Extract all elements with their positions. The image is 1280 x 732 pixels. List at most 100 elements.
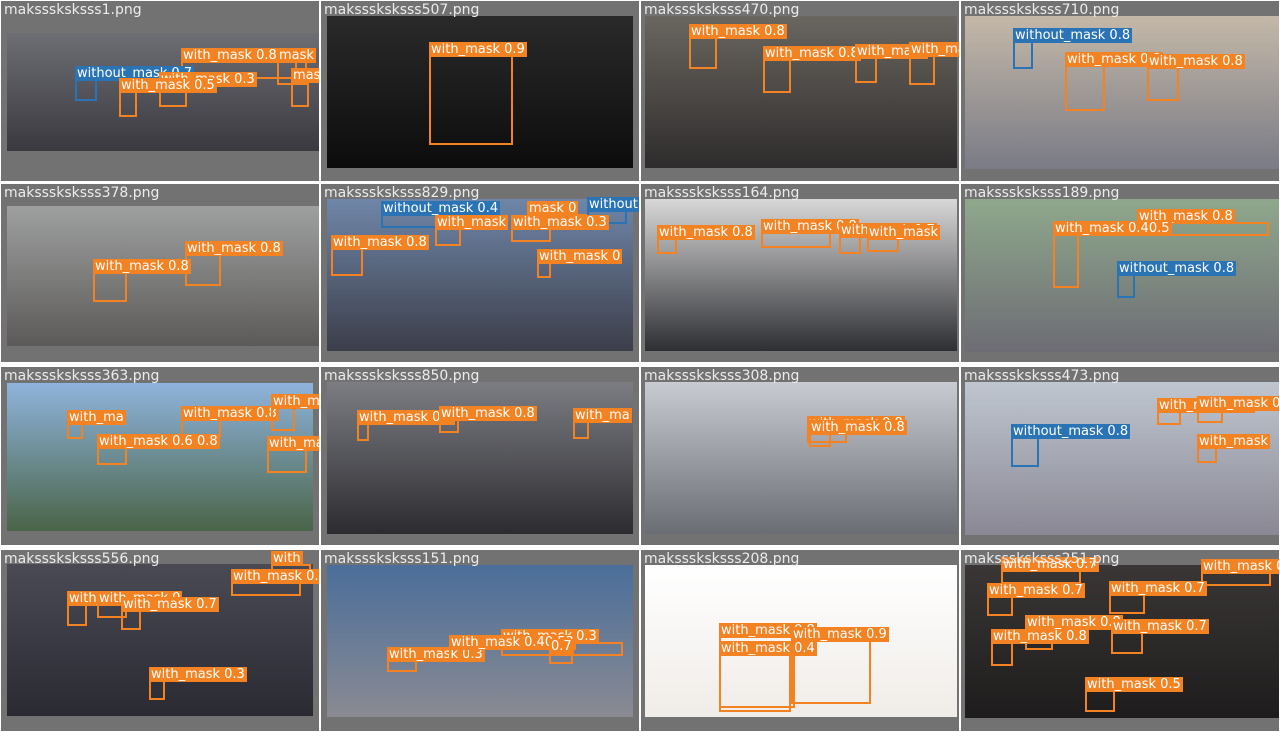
detection-label: with_mask 0.5 [1085, 677, 1183, 692]
detection-label: without_mask 0.4 [381, 201, 501, 216]
with-mask-detection-box: with_mask 0.8 [809, 420, 907, 447]
with-mask-detection-box: with_mask 0.5 [1201, 559, 1279, 586]
detection-label: with_mask 0.8 [809, 420, 907, 435]
detection-label: with_ma [267, 436, 319, 451]
detection-label: with_mask 0.8 [991, 629, 1089, 644]
with-mask-detection-box: with_mask 0.4 [67, 591, 165, 626]
with-mask-detection-box: with_mask 0.8 [761, 219, 859, 248]
prediction-tile: maksssksksss308.pngwith_mask 0.8with_mas… [641, 367, 959, 545]
detection-grid: maksssksksss1.png with_mask 0.8 without_ma… [0, 0, 1280, 732]
prediction-tile: maksssksksss251.png with_mask 0.7 with_mas… [961, 550, 1279, 731]
detection-label: with_mask 0.5 [1201, 559, 1279, 574]
detection-label: with_mask 0.7 [121, 597, 219, 612]
prediction-tile: maksssksksss829.png without_mask 0.4 mask … [321, 184, 639, 362]
with-mask-detection-box: with_mask [855, 44, 929, 83]
with-mask-detection-box: with_mask 0.8 [1197, 396, 1279, 423]
prediction-tile: maksssksksss473.pngwith_mask 0.8with_mas… [961, 367, 1279, 545]
tile-filename: maksssksksss164.png [644, 185, 800, 201]
without-mask-detection-box: without_mask 0.7 [75, 66, 195, 101]
detection-label: without_mask 0.8 [1011, 424, 1131, 439]
tile-filename: maksssksksss850.png [324, 368, 480, 384]
with-mask-detection-box: with_mask 0.3 [511, 215, 609, 242]
with-mask-detection-box: with_mask 0.7 [1111, 619, 1209, 654]
detection-label: with_ma [67, 410, 126, 425]
prediction-tile: maksssksksss363.png with_ma with_mask 0.8 w… [1, 367, 319, 545]
without-mask-detection-box: without_mask 0.8 [1011, 424, 1131, 467]
detection-label: mask 0 [527, 201, 579, 216]
tile-filename: maksssksksss556.png [4, 551, 160, 567]
detection-label: with_mask 0.8 [1025, 615, 1123, 630]
prediction-tile: maksssksksss556.png with with_mask 0.7 with… [1, 550, 319, 731]
with-mask-detection-box: with_mask [1197, 434, 1271, 463]
detection-label: with_mask [867, 225, 941, 240]
with-mask-detection-box: with_mask 0.40.53 [449, 635, 576, 662]
tile-filename: maksssksksss363.png [4, 368, 160, 384]
detection-label: with_mask 0.8 [271, 394, 319, 409]
detection-label: with_mask 0.9 [429, 42, 527, 57]
prediction-tile: maksssksksss208.png with_mask 0.8 with_mas… [641, 550, 959, 731]
tile-filename: maksssksksss251.png [964, 551, 1120, 567]
with-mask-detection-box: with_mask 0.3 [149, 667, 247, 700]
detection-label: without_mask 0.8 [1013, 28, 1133, 43]
with-mask-detection-box: with_mask 0.8 [331, 235, 429, 276]
with-mask-detection-box: with_mask 0.8 [1065, 52, 1163, 111]
tile-filename: maksssksksss378.png [4, 185, 160, 201]
detection-label: with_mask 0.8 [657, 225, 755, 240]
tile-filename: maksssksksss189.png [964, 185, 1120, 201]
detection-label: with_mask 0.5 [119, 78, 217, 93]
with-mask-detection-box: 0.7 [549, 639, 574, 664]
detection-label: with_mask 0.8 [1197, 396, 1279, 411]
with-mask-detection-box: with_mask 0.3 [387, 647, 485, 672]
tile-photo [7, 206, 319, 346]
with-mask-detection-box: with_mask 0.8 [763, 46, 861, 93]
tile-filename: maksssksksss308.png [644, 368, 800, 384]
with-mask-detection-box: with_ma [573, 408, 632, 439]
with-mask-detection-box: with_mask 0.5 [119, 78, 217, 117]
with-mask-detection-box: with_mask 0.8 [1157, 398, 1255, 425]
detection-label: with [271, 551, 303, 566]
detection-label: with_mask 0.8 [181, 48, 279, 63]
tile-filename: maksssksksss1.png [4, 2, 142, 18]
detection-label: with_mask 0.8 [1147, 54, 1245, 69]
tile-filename: maksssksksss473.png [964, 368, 1120, 384]
with-mask-detection-box: with_ma [67, 410, 126, 439]
with-mask-detection-box: with_mask 0.7 [987, 583, 1085, 616]
prediction-tile: maksssksksss850.png with_mask 0.8 with_mas… [321, 367, 639, 545]
prediction-tile: maksssksksss378.png with_mask 0.8 with_mas… [1, 184, 319, 362]
detection-label: with_mask 0.7 [987, 583, 1085, 598]
tile-filename: maksssksksss208.png [644, 551, 800, 567]
tile-photo [645, 382, 957, 534]
with-mask-detection-box: mask [291, 68, 319, 107]
tile-filename: maksssksksss470.png [644, 2, 800, 18]
detection-label: with_mask 0.7 [1111, 619, 1209, 634]
with-mask-detection-box: with_mask 0.7 [231, 569, 319, 596]
prediction-tile: maksssksksss507.png with_mask 0.9 [321, 1, 639, 181]
detection-label: with_mask 0.9 [791, 627, 889, 642]
detection-label: with_mask 0.7 [1109, 581, 1207, 596]
with-mask-detection-box: with_mask 0.8 [657, 225, 755, 254]
with-mask-detection-box: with_mask 0.8 [689, 24, 787, 69]
detection-label: with_ma [573, 408, 632, 423]
with-mask-detection-box: with_mask 0.7 [121, 597, 219, 630]
detection-label: with_mask 0.6 0.8 [97, 434, 220, 449]
with-mask-detection-box: with_mask [435, 215, 509, 246]
detection-label: with_mask 0.8 [689, 24, 787, 39]
with-mask-detection-box: with_mask 0.4 [719, 641, 817, 712]
tile-filename: maksssksksss151.png [324, 551, 480, 567]
detection-label: with_mask 0.3 [511, 215, 609, 230]
with-mask-detection-box: with_mask 0.8 [357, 410, 455, 441]
detection-label: with_mask 0.8 [181, 406, 279, 421]
detection-label: with_mask 0.8 [93, 259, 191, 274]
detection-label: with_mask 0 [537, 249, 623, 264]
with-mask-detection-box: with_mask 0.8 [439, 406, 537, 433]
prediction-tile: maksssksksss164.png with_mask 0.8 with_mas… [641, 184, 959, 362]
detection-label: without_mask 0.8 [1117, 261, 1237, 276]
prediction-tile: maksssksksss1.png with_mask 0.8 without_ma… [1, 1, 319, 181]
detection-label: with_mask [909, 42, 959, 57]
prediction-tile: maksssksksss151.png with_mask 0.3with_mas… [321, 550, 639, 731]
detection-label: with_mask 0.8 [331, 235, 429, 250]
detection-label: mask [291, 68, 319, 83]
with-mask-detection-box: with_mask 0 [537, 249, 623, 278]
detection-label: with_mask 0.4 [719, 641, 817, 656]
prediction-tile: maksssksksss470.png with_mask 0.8 with_mas… [641, 1, 959, 181]
